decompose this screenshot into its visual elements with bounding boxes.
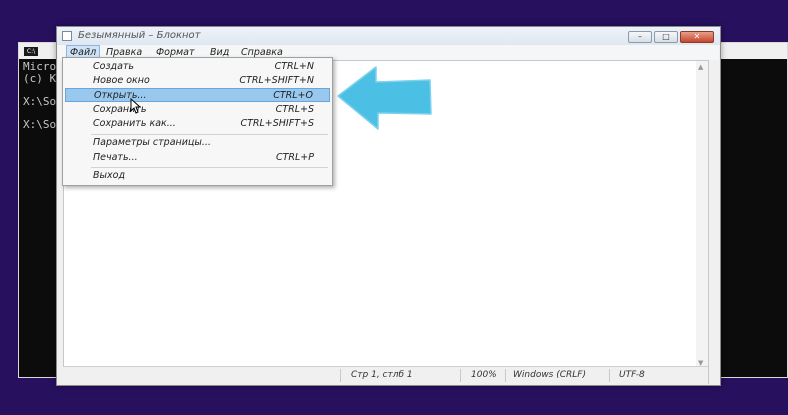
- menu-item-new-window[interactable]: Новое окно CTRL+SHIFT+N: [65, 74, 330, 88]
- close-button[interactable]: ✕: [680, 31, 714, 43]
- console-icon: C:\: [24, 47, 38, 56]
- title-bar[interactable]: Безымянный – Блокнот – □ ✕: [57, 27, 720, 45]
- cursor-position: Стр 1, стлб 1: [351, 370, 413, 380]
- menu-item-new[interactable]: Создать CTRL+N: [65, 60, 330, 74]
- status-separator: [505, 369, 506, 382]
- mouse-cursor-icon: [130, 98, 142, 114]
- console-output: Micro (c) K X:\So X:\So: [23, 60, 57, 131]
- menu-item-print[interactable]: Печать... CTRL+P: [65, 151, 330, 165]
- menu-item-page-setup[interactable]: Параметры страницы...: [65, 136, 330, 150]
- file-menu-dropdown: Создать CTRL+N Новое окно CTRL+SHIFT+N О…: [62, 57, 333, 186]
- minimize-button[interactable]: –: [628, 31, 652, 43]
- maximize-button[interactable]: □: [654, 31, 678, 43]
- menu-item-exit[interactable]: Выход: [65, 169, 330, 183]
- menu-separator: [91, 167, 328, 168]
- notepad-icon: [62, 31, 72, 41]
- zoom-level: 100%: [471, 370, 497, 380]
- status-bar: Стр 1, стлб 1 100% Windows (CRLF) UTF-8: [63, 366, 708, 385]
- window-title: Безымянный – Блокнот: [78, 30, 201, 41]
- status-separator: [460, 369, 461, 382]
- pointer-arrow-icon: [337, 66, 432, 130]
- scroll-up-icon[interactable]: ▲: [698, 63, 703, 71]
- encoding: UTF-8: [619, 370, 645, 380]
- menu-separator: [91, 134, 328, 135]
- vertical-scrollbar[interactable]: ▲ ▼: [696, 61, 708, 369]
- status-separator: [609, 369, 610, 382]
- line-ending: Windows (CRLF): [513, 370, 586, 380]
- menu-item-save[interactable]: Сохранить CTRL+S: [65, 103, 330, 117]
- status-separator: [340, 369, 341, 382]
- menu-item-save-as[interactable]: Сохранить как... CTRL+SHIFT+S: [65, 117, 330, 131]
- menu-item-open[interactable]: Открыть... CTRL+O: [65, 88, 330, 102]
